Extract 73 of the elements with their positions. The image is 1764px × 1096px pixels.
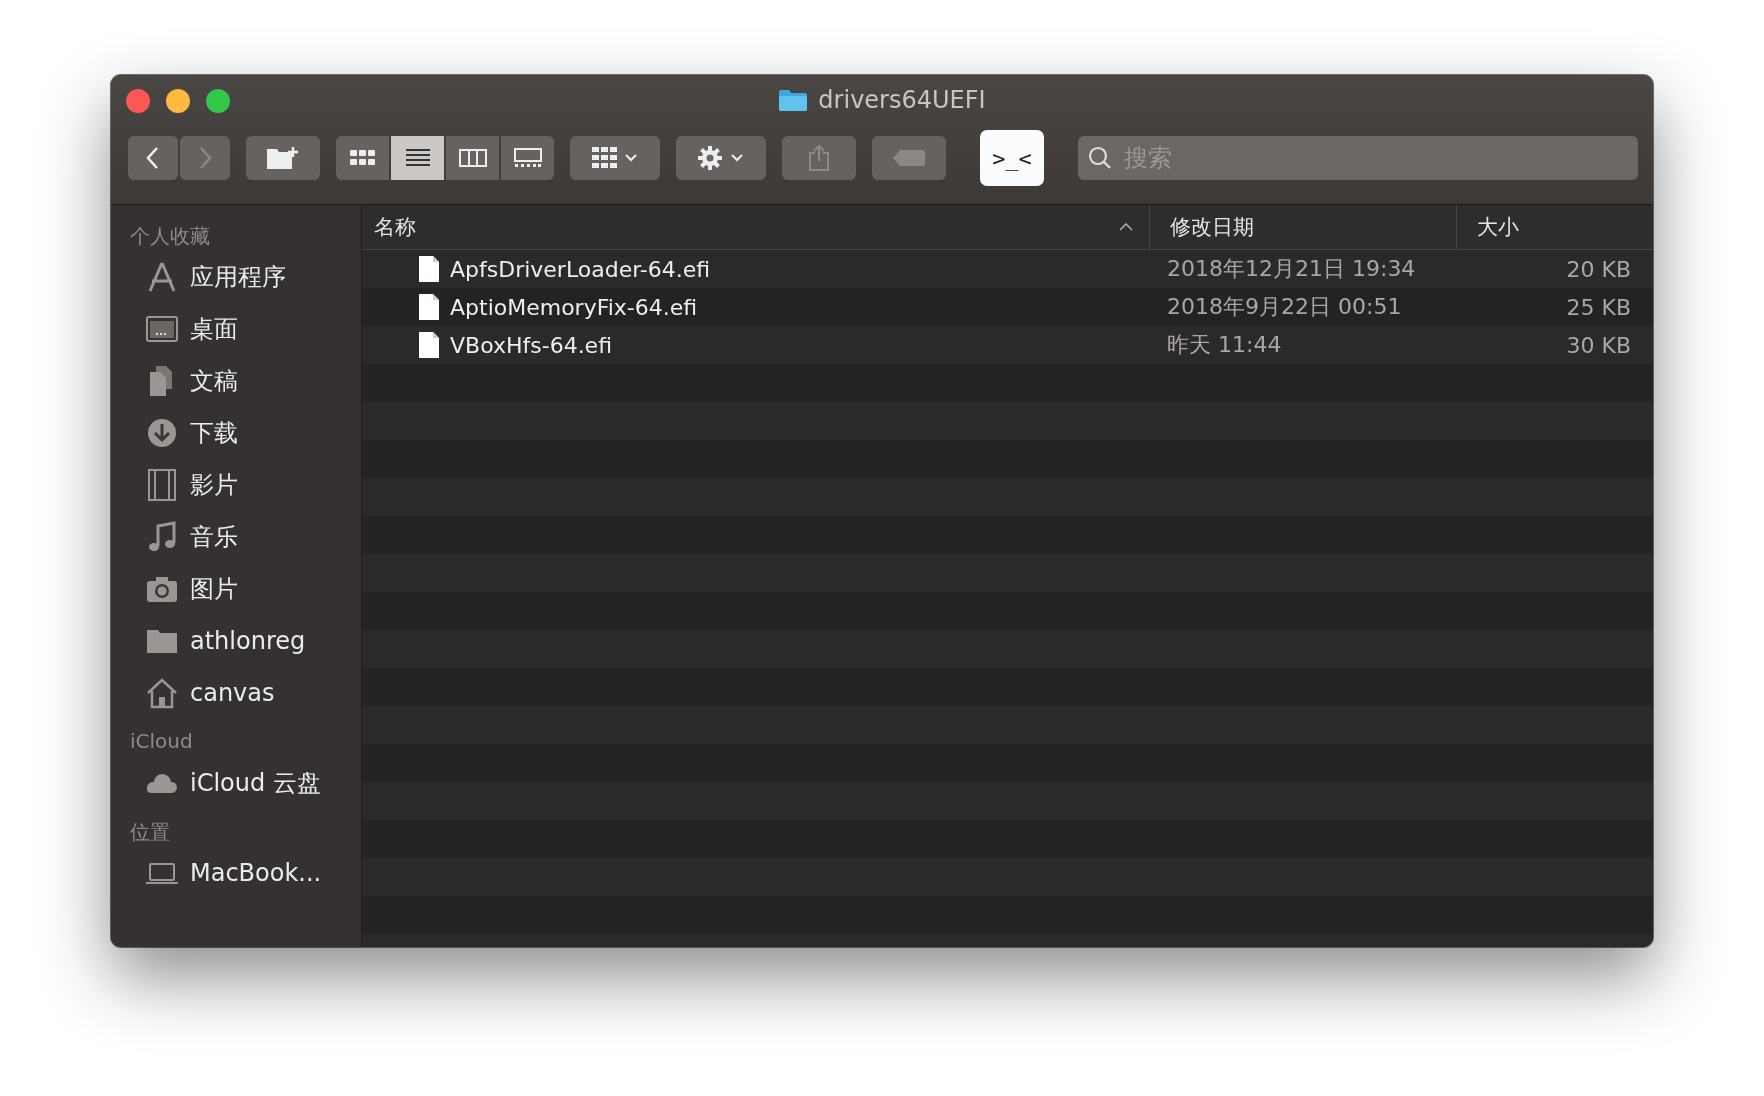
file-name: AptioMemoryFix-64.efi [450,294,698,320]
group-menu-button[interactable] [570,136,660,180]
settings-menu-button[interactable] [676,136,766,180]
window-title: drivers64UEFI [818,86,986,114]
sidebar-item[interactable]: 图片 [111,563,361,615]
sidebar-item[interactable]: athlonreg [111,615,361,667]
folder-icon [778,88,809,112]
list-icon [404,148,431,168]
sidebar-label: athlonreg [190,627,306,655]
sidebar-item[interactable]: canvas [111,667,361,719]
grid-icon [349,148,376,168]
zoom-button[interactable] [206,89,230,113]
back-button[interactable] [128,136,178,180]
view-mode-button[interactable] [336,136,389,180]
document-icon [418,255,440,283]
apps-icon [146,261,178,293]
date-cell-text: 2018年9月22日 00:51 [1166,293,1403,321]
tag-icon [892,149,926,167]
sidebar-label: 应用程序 [190,262,286,293]
sidebar-item[interactable]: MacBook... [111,847,361,899]
file-name: VBoxHfs-64.efi [450,332,612,358]
terminal-button[interactable]: >_< [980,130,1044,186]
sidebar-label: canvas [190,679,275,707]
sidebar-label: iCloud 云盘 [190,768,321,799]
share-icon [808,144,830,172]
view-mode-button[interactable] [446,136,499,180]
sidebar-item[interactable]: 下载 [111,407,361,459]
sidebar-item[interactable]: 应用程序 [111,251,361,303]
new-folder-button[interactable] [246,136,320,180]
sidebar-section-title: iCloud [129,728,194,755]
sidebar-label: 下载 [190,418,238,449]
close-button[interactable] [126,89,150,113]
music-icon [146,521,178,553]
sidebar-label: 音乐 [190,522,238,553]
sidebar-item[interactable]: 音乐 [111,511,361,563]
column-header[interactable]: 名称 [362,205,1149,249]
sidebar-item[interactable]: 桌面 [111,303,361,355]
sidebar-item[interactable]: iCloud 云盘 [111,757,361,809]
sidebar-label: MacBook... [190,859,322,887]
date-cell-text: 2018年12月21日 19:34 [1166,255,1417,283]
column-header[interactable]: 大小 [1456,205,1653,249]
size-cell-text: 20 KB [1565,256,1632,282]
document-icon [418,293,440,321]
file-name: ApfsDriverLoader-64.efi [450,256,711,282]
sidebar-item[interactable]: 影片 [111,459,361,511]
gallery-icon [513,148,542,168]
chevron-left-icon [146,146,160,170]
date-cell-text: 昨天 11:44 [1166,331,1283,359]
sidebar-section-title: 位置 [129,819,171,846]
grid-dropdown-icon [592,147,638,169]
downloads-icon [146,417,178,449]
sidebar-label: 文稿 [190,366,238,397]
desktop-icon [146,313,178,345]
chevron-right-icon [198,146,212,170]
folder-plus-icon [266,145,300,171]
movies-icon [146,469,178,501]
view-mode-button[interactable] [501,136,554,180]
sidebar-item[interactable]: 文稿 [111,355,361,407]
sidebar-section-title: 个人收藏 [129,223,211,250]
document-icon [418,331,440,359]
sidebar-label: 影片 [190,470,238,501]
gear-dropdown-icon [698,145,744,171]
chevron-up-icon [1119,223,1133,231]
size-cell-text: 25 KB [1565,294,1632,320]
home-icon [146,677,178,709]
column-header[interactable]: 修改日期 [1149,205,1456,249]
size-cell-text: 30 KB [1565,332,1632,358]
minimize-button[interactable] [166,89,190,113]
sidebar-label: 图片 [190,574,238,605]
columns-icon [458,148,487,168]
search-icon [1088,146,1112,170]
sidebar-label: 桌面 [190,314,238,345]
view-mode-button[interactable] [391,136,444,180]
